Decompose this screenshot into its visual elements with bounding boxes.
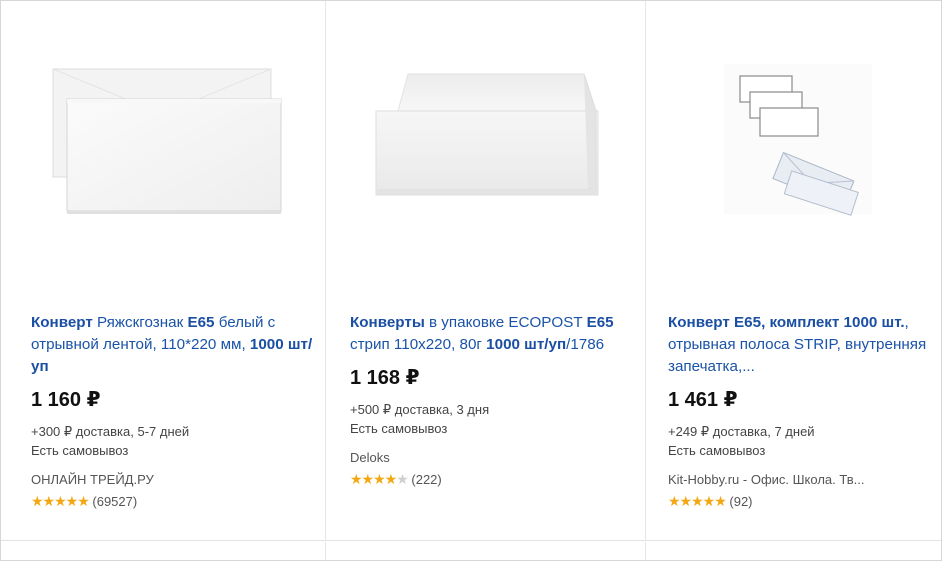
title-part[interactable]: Ряжскгознак [93,314,188,331]
pickup-info: Есть самовывоз [350,421,448,436]
delivery-info: +300 ₽ доставка, 5-7 дней [31,424,190,439]
title-part[interactable]: Конверт [31,314,93,331]
envelope-set-icon [724,64,872,216]
stars-filled: ★★★★★ [31,493,90,509]
title-part[interactable]: /1786 [566,336,604,353]
shop-rating[interactable]: ★★★★★ (222) [350,469,637,490]
title-part[interactable]: Е65 [187,314,214,331]
stars-filled: ★★★★★ [668,493,727,509]
product-price: 1 168 ₽ [350,367,420,389]
star-rating-icon: ★★★★★ [31,493,90,509]
envelope-pair-image[interactable] [1,29,325,254]
product-card[interactable]: Конверт Ряжскгознак Е65 белый с отрывной… [1,1,325,541]
product-price: 1 160 ₽ [31,389,101,411]
shop-rating[interactable]: ★★★★★ (69527) [31,491,317,512]
shop-name[interactable]: Deloks [350,449,637,467]
title-part[interactable]: Конверты [350,314,425,331]
next-row-partial [1,542,941,560]
review-count: (222) [411,472,442,487]
title-part[interactable]: Конверт Е65 [668,314,761,331]
delivery-info: +500 ₽ доставка, 3 дня [350,402,490,417]
review-count: (69527) [92,494,138,509]
envelope-set-image[interactable] [646,29,941,254]
star-rating-icon: ★★★★★ [668,493,727,509]
product-price: 1 461 ₽ [668,389,738,411]
title-part[interactable]: 1000 шт/уп [486,336,566,353]
column-divider [645,542,646,560]
review-count: (92) [729,494,753,509]
pickup-info: Есть самовывоз [31,443,129,458]
column-divider [325,542,326,560]
title-part[interactable]: , [761,314,769,331]
product-title[interactable]: Конверт Ряжскгознак Е65 белый с отрывной… [31,312,317,378]
product-info: Конверт Е65, комплект 1000 шт., отрывная… [668,312,941,512]
delivery-info: +249 ₽ доставка, 7 дней [668,424,815,439]
title-part[interactable]: стрип 110х220, 80г [350,336,486,353]
title-part[interactable]: в упаковке ECOPOST [425,314,587,331]
product-info: Конверт Ряжскгознак Е65 белый с отрывной… [31,312,317,512]
product-card[interactable]: Конверты в упаковке ECOPOST E65 стрип 11… [325,1,645,541]
shop-name[interactable]: Kit-Hobby.ru - Офис. Школа. Тв... [668,471,941,489]
product-card[interactable]: Конверт Е65, комплект 1000 шт., отрывная… [645,1,941,541]
shop-name[interactable]: ОНЛАЙН ТРЕЙД.РУ [31,471,317,489]
stars-filled: ★★★★ [350,471,397,487]
envelope-pack-icon [375,73,599,196]
envelope-pair-icon [52,68,282,214]
envelope-pack-image[interactable] [326,29,645,254]
product-info: Конверты в упаковке ECOPOST E65 стрип 11… [350,312,637,490]
title-part[interactable]: E65 [587,314,614,331]
stars-empty: ★ [396,471,409,487]
product-title[interactable]: Конверт Е65, комплект 1000 шт., отрывная… [668,312,941,378]
title-part[interactable]: комплект 1000 шт. [770,314,905,331]
star-rating-icon: ★★★★★ [350,471,409,487]
shop-rating[interactable]: ★★★★★ (92) [668,491,941,512]
product-grid: Конверт Ряжскгознак Е65 белый с отрывной… [0,0,942,561]
pickup-info: Есть самовывоз [668,443,766,458]
product-title[interactable]: Конверты в упаковке ECOPOST E65 стрип 11… [350,312,637,356]
